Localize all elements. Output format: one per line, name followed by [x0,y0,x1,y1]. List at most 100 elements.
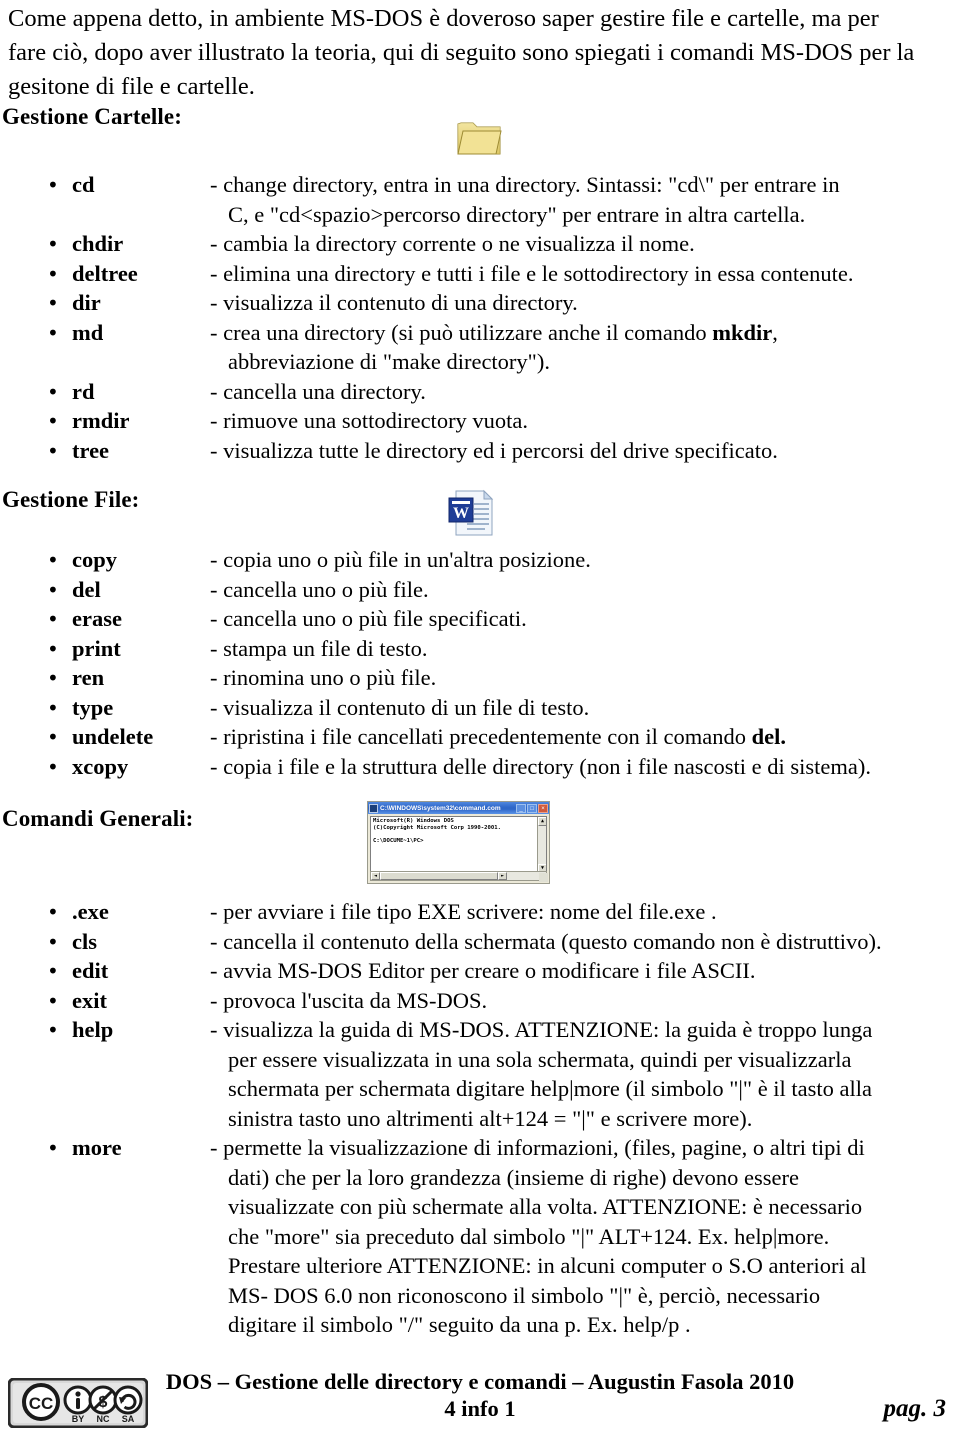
command-desc-help: - visualizza la guida di MS-DOS. ATTENZI… [210,1015,960,1133]
dos-system-menu-icon [369,803,378,813]
svg-text:W: W [453,505,469,522]
desc-line: Prestare ulteriore ATTENZIONE: in alcuni… [228,1253,867,1278]
bullet-icon: • [47,409,59,433]
section-heading-file: Gestione File: [2,487,140,512]
desc-line: C, e "cd<spazio>percorso directory" per … [228,201,806,227]
desc-line: MS- DOS 6.0 non riconoscono il simbolo "… [228,1282,821,1308]
bullet-icon: • [47,900,59,924]
command-desc-chdir: - cambia la directory corrente o ne visu… [210,229,960,259]
bullet-icon: • [47,173,59,197]
command-name-exe: .exe [72,899,109,924]
desc-line: - visualizza il contenuto di una directo… [210,290,578,315]
command-desc-rd: - cancella una directory. [210,377,960,407]
section-heading-generali: Comandi Generali: [2,806,194,831]
command-row-cls: • cls - cancella il contenuto della sche… [0,927,960,957]
command-name-del: del [72,576,101,602]
bullet-icon: • [47,959,59,983]
dos-vertical-scrollbar[interactable]: ▲ ▼ [537,817,546,873]
command-desc-del: - cancella uno o più file. [210,575,960,605]
command-desc-rmdir: - rimuove una sottodirectory vuota. [210,406,960,436]
command-name-cd: cd [72,172,95,197]
command-name-dir: dir [72,290,101,315]
section-heading-cartelle: Gestione Cartelle: [2,104,182,129]
intro-line-2: fare ciò, dopo aver illustrato la teoria… [8,39,915,66]
command-name-rmdir: rmdir [72,408,130,433]
scroll-up-icon[interactable]: ▲ [538,817,546,826]
command-desc-dir: - visualizza il contenuto di una directo… [210,288,960,318]
desc-line: - provoca l'uscita da MS-DOS. [210,987,488,1013]
bullet-icon: • [47,988,59,1013]
command-row-edit: • edit - avvia MS-DOS Editor per creare … [0,956,960,986]
command-row-erase: • erase - cancella uno o più file specif… [0,604,960,634]
desc-line: - cancella il contenuto della schermata … [210,928,882,954]
bullet-icon: • [47,725,59,749]
command-desc-xcopy: - copia i file e la struttura delle dire… [210,752,960,782]
command-desc-edit: - avvia MS-DOS Editor per creare o modif… [210,956,960,986]
command-row-exe: • .exe - per avviare i file tipo EXE scr… [0,897,960,927]
desc-line: - cancella uno o più file specificati. [210,606,527,631]
scroll-right-icon[interactable]: ► [498,872,507,880]
command-list-file: • copy - copia uno o più file in un'altr… [0,545,960,781]
resize-grip-icon[interactable] [539,873,548,882]
command-desc-exe: - per avviare i file tipo EXE scrivere: … [210,897,960,927]
scroll-left-icon[interactable]: ◄ [371,872,380,880]
command-desc-md: - crea una directory (si può utilizzare … [210,318,960,377]
command-desc-undelete: - ripristina i file cancellati precedent… [210,722,960,752]
command-row-undelete: • undelete - ripristina i file cancellat… [0,722,960,752]
command-name-help: help [72,1017,114,1042]
bullet-icon: • [47,754,59,779]
page-footer: CC $ BY NC SA DOS – Gestione delle direc… [0,1368,960,1432]
command-row-print: • print - stampa un file di testo. [0,634,960,664]
command-desc-exit: - provoca l'uscita da MS-DOS. [210,986,960,1016]
command-name-erase: erase [72,606,122,631]
command-list-generali: • .exe - per avviare i file tipo EXE scr… [0,897,960,1340]
desc-line: - copia uno o più file in un'altra posiz… [210,547,591,572]
command-desc-ren: - rinomina uno o più file. [210,663,960,693]
bullet-icon: • [47,291,59,315]
desc-line: - cambia la directory corrente o ne visu… [210,231,695,256]
command-desc-print: - stampa un file di testo. [210,634,960,664]
minimize-button[interactable]: _ [516,803,526,813]
bullet-icon: • [47,379,59,404]
close-button[interactable]: × [538,803,548,813]
dos-window-title: C:\WINDOWS\system32\command.com [380,804,501,812]
command-name-md: md [72,319,104,345]
desc-line: - visualizza la guida di MS-DOS. ATTENZI… [210,1017,873,1042]
desc-line: - visualizza tutte le directory ed i per… [210,437,778,463]
command-name-more: more [72,1135,122,1160]
desc-line: - avvia MS-DOS Editor per creare o modif… [210,958,756,983]
dos-window-buttons: _ □ × [516,803,548,813]
command-list-cartelle: • cd - change directory, entra in una di… [0,170,960,465]
desc-line: schermata per schermata digitare help|mo… [228,1076,873,1101]
command-desc-tree: - visualizza tutte le directory ed i per… [210,436,960,466]
bullet-icon: • [47,577,59,602]
bullet-icon: • [47,232,59,256]
command-row-xcopy: • xcopy - copia i file e la struttura de… [0,752,960,782]
command-name-chdir: chdir [72,231,124,256]
intro-line-3: gesitone di file e cartelle. [8,73,255,100]
bullet-icon: • [47,438,59,463]
command-row-cd: • cd - change directory, entra in una di… [0,170,960,229]
command-desc-erase: - cancella uno o più file specificati. [210,604,960,634]
bullet-icon: • [47,548,59,572]
command-desc-copy: - copia uno o più file in un'altra posiz… [210,545,960,575]
bullet-icon: • [47,320,59,345]
command-row-rd: • rd - cancella una directory. [0,377,960,407]
command-desc-type: - visualizza il contenuto di un file di … [210,693,960,723]
command-desc-deltree: - elimina una directory e tutti i file e… [210,259,960,289]
command-row-more: • more - permette la visualizzazione di … [0,1133,960,1340]
desc-line: - visualizza il contenuto di un file di … [210,694,590,720]
maximize-button[interactable]: □ [527,803,537,813]
desc-line: per essere visualizzata in una sola sche… [228,1046,852,1072]
scroll-thumb[interactable] [380,872,498,880]
desc-line: visualizzate con più schermate alla volt… [228,1194,863,1219]
bullet-icon: • [47,1136,59,1160]
desc-line: - rimuove una sottodirectory vuota. [210,408,529,433]
command-name-print: print [72,635,121,661]
bullet-icon: • [47,929,59,954]
bullet-icon: • [47,666,59,690]
dos-horizontal-scrollbar[interactable]: ◄ ► [370,871,547,881]
desc-line: - permette la visualizzazione di informa… [210,1135,865,1160]
dos-titlebar: C:\WINDOWS\system32\command.com _ □ × [368,802,549,814]
command-desc-cls: - cancella il contenuto della schermata … [210,927,960,957]
